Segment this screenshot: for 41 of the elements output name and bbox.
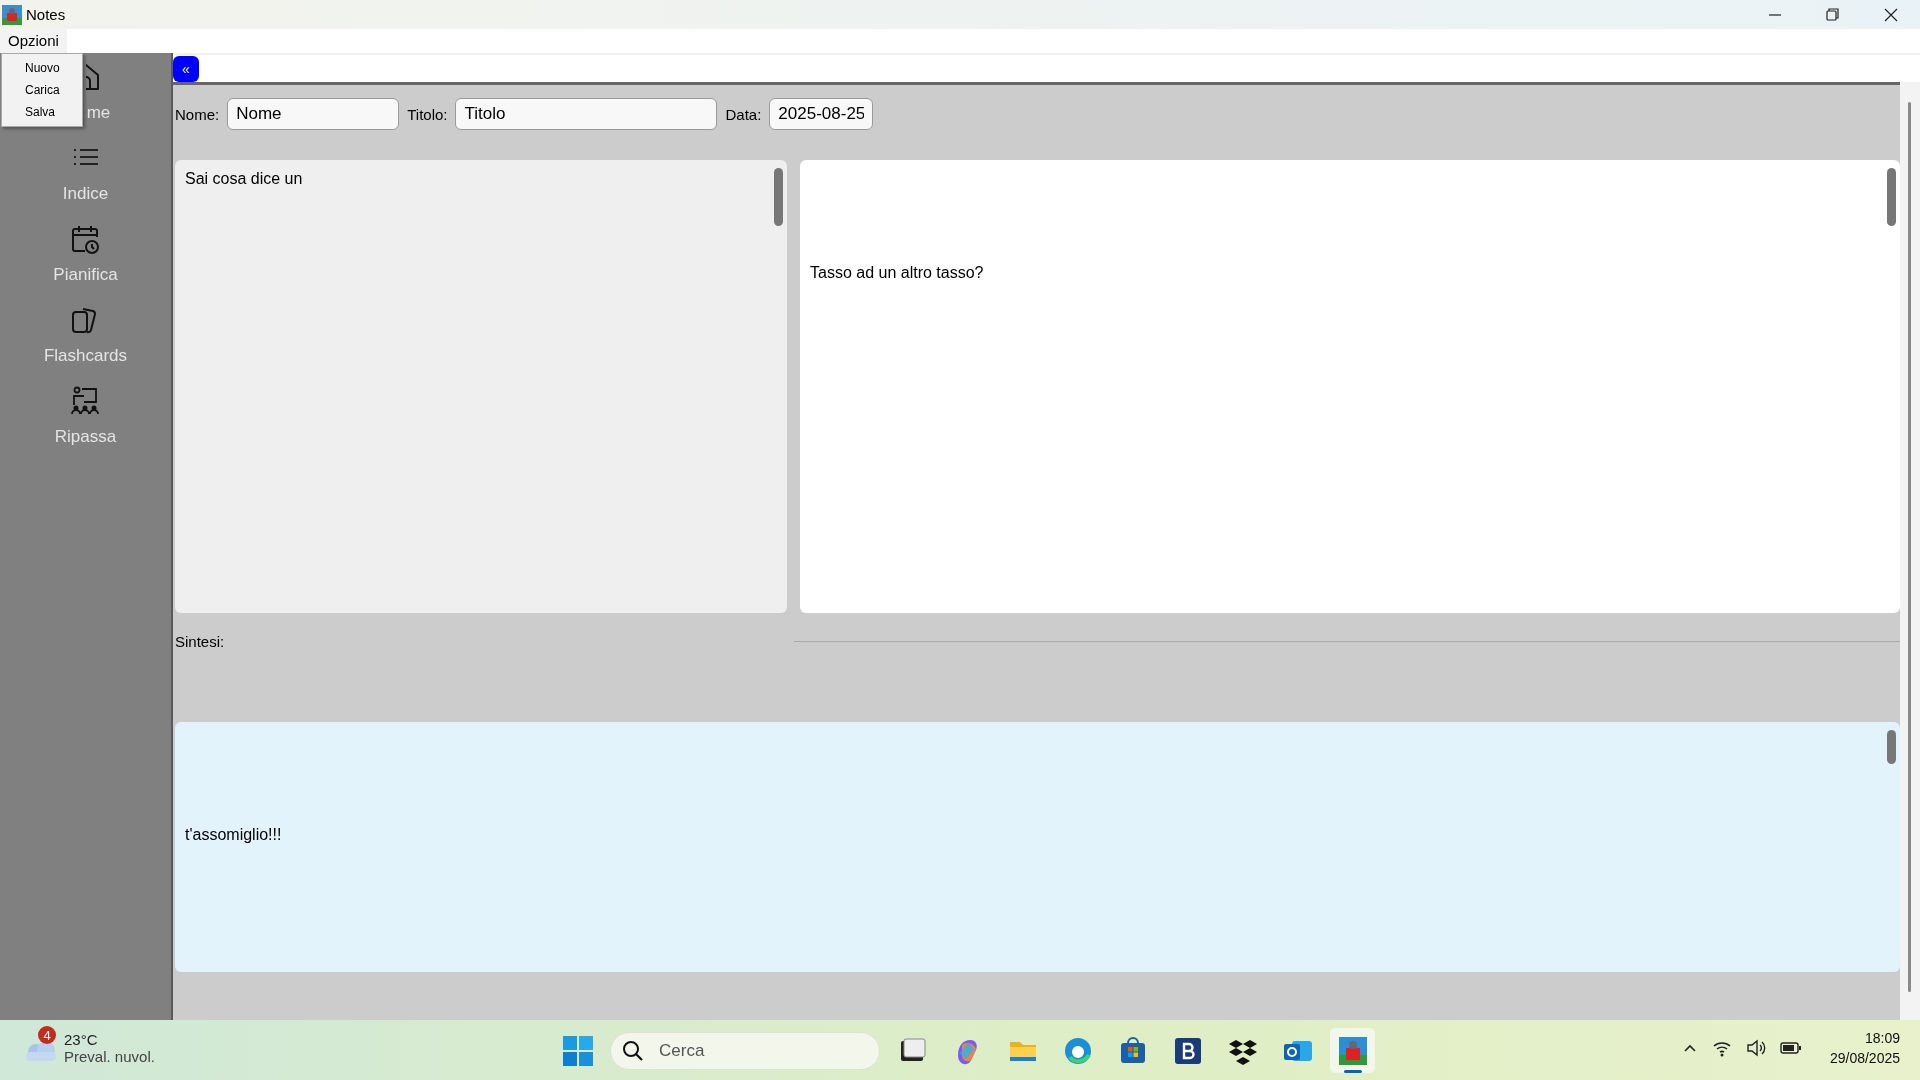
text-editor[interactable]: t'assomiglio!!!: [175, 722, 1900, 972]
scrollbar[interactable]: [1908, 102, 1911, 992]
editor-text: Sai cosa dice un: [185, 170, 303, 187]
app-icon: [2, 4, 22, 25]
field-label: Data:: [725, 105, 762, 123]
minimize-icon: [1769, 13, 1781, 16]
wifi-icon: [1711, 1039, 1732, 1057]
editor-text: t'assomiglio!!!: [185, 826, 282, 843]
input-field[interactable]: 2025-08-25: [769, 98, 874, 130]
menu-entry[interactable]: Nuovo: [2, 57, 82, 79]
scroll-thumb[interactable]: [774, 168, 783, 226]
menu-entry[interactable]: Carica: [2, 79, 82, 101]
app-icon: [1336, 1034, 1369, 1067]
clock-date[interactable]: 29/08/2025: [1829, 1048, 1900, 1068]
speaker-icon: [1745, 1039, 1766, 1057]
field-label: Nome:: [175, 105, 220, 123]
summary-label: Sintesi:: [175, 632, 225, 650]
restore-icon: [1826, 7, 1840, 22]
menu-entry[interactable]: Salva: [2, 101, 82, 123]
text-editor[interactable]: Tasso ad un altro tasso?: [800, 160, 1900, 613]
battery-icon: [1779, 1041, 1802, 1055]
window-title: Notes: [26, 6, 66, 23]
weather-condition[interactable]: Preval. nuvol.: [64, 1048, 155, 1065]
notification-badge: 4: [38, 1026, 56, 1044]
menu-item[interactable]: Opzioni: [0, 29, 67, 53]
collapse-button[interactable]: «: [173, 55, 199, 82]
editor-text: Tasso ad un altro tasso?: [810, 264, 984, 281]
close-icon: [1884, 7, 1898, 22]
calendar-clock-icon: [69, 223, 102, 255]
house-icon: [85, 61, 102, 93]
field-label: Titolo:: [407, 105, 448, 123]
scroll-thumb[interactable]: [1887, 730, 1896, 764]
input-field[interactable]: Titolo: [455, 98, 718, 130]
input-field[interactable]: Nome: [227, 98, 400, 130]
search-field[interactable]: Cerca: [610, 1031, 880, 1070]
clock-time[interactable]: 18:09: [1864, 1028, 1900, 1048]
temperature[interactable]: 23°C: [64, 1031, 155, 1048]
text-editor[interactable]: Sai cosa dice un: [175, 160, 787, 613]
teacher-icon: [69, 385, 102, 417]
scroll-thumb[interactable]: [1887, 168, 1896, 226]
search-icon: [622, 1039, 644, 1062]
